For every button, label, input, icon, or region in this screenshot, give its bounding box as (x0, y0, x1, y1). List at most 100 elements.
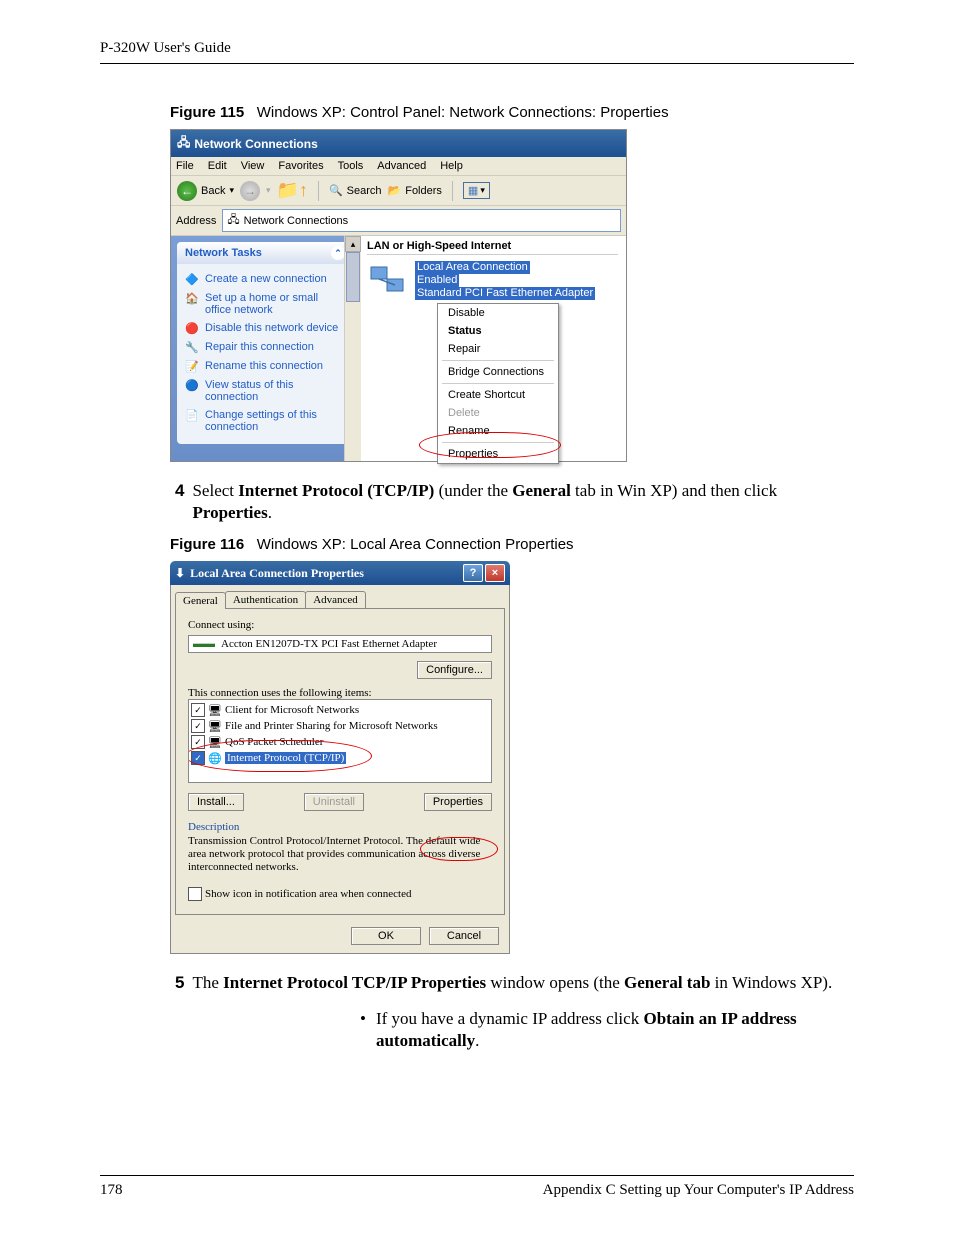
figure-116-caption: Figure 116 Windows XP: Local Area Connec… (170, 536, 854, 553)
list-item[interactable]: ✓🖥File and Printer Sharing for Microsoft… (191, 718, 489, 734)
list-item-tcpip[interactable]: ✓🌐Internet Protocol (TCP/IP) (191, 750, 489, 766)
ctx-rename[interactable]: Rename (438, 422, 558, 440)
bullet-marker: • (360, 1008, 366, 1052)
tasks-list: 🔷Create a new connection 🏠Set up a home … (177, 264, 353, 444)
list-item[interactable]: ✓🖥Client for Microsoft Networks (191, 702, 489, 718)
local-area-connection-item[interactable]: Local Area Connection Enabled Standard P… (367, 261, 618, 303)
network-tasks-header[interactable]: Network Tasks ⌃ (177, 242, 353, 264)
task-rename[interactable]: 📝Rename this connection (185, 357, 345, 376)
menubar[interactable]: File Edit View Favorites Tools Advanced … (171, 157, 626, 176)
ok-button[interactable]: OK (351, 927, 421, 945)
tab-authentication[interactable]: Authentication (225, 591, 306, 608)
bullet-list: • If you have a dynamic IP address click… (360, 1008, 854, 1052)
search-label: Search (347, 185, 382, 197)
task-create-connection[interactable]: 🔷Create a new connection (185, 270, 345, 289)
item-label: Client for Microsoft Networks (225, 704, 359, 716)
t: Properties (192, 503, 267, 522)
close-button[interactable]: × (485, 564, 505, 582)
ctx-disable[interactable]: Disable (438, 304, 558, 322)
ctx-properties[interactable]: Properties (438, 445, 558, 463)
search-icon: 🔍 (329, 184, 343, 197)
scroll-thumb[interactable] (346, 252, 360, 302)
checkbox-icon[interactable]: ✓ (191, 703, 205, 717)
protocol-icon: 🌐 (208, 752, 222, 764)
components-list[interactable]: ✓🖥Client for Microsoft Networks ✓🖥File a… (188, 699, 492, 783)
bullet-item: • If you have a dynamic IP address click… (360, 1008, 854, 1052)
checkbox-icon[interactable] (188, 887, 202, 901)
menu-view[interactable]: View (241, 160, 265, 172)
page-footer: 178 Appendix C Setting up Your Computer'… (100, 1175, 854, 1199)
list-buttons: Install... Uninstall Properties (188, 793, 492, 811)
address-label: Address (176, 215, 216, 227)
views-button[interactable]: ▦ ▾ (463, 182, 490, 199)
nic-icon: ▬▬ (193, 638, 215, 650)
cancel-button[interactable]: Cancel (429, 927, 499, 945)
dialog-titlebar[interactable]: ⬇ Local Area Connection Properties ? × (170, 561, 510, 585)
views-icon: ▦ (468, 184, 478, 197)
ctx-separator (442, 360, 554, 361)
figure-115-caption: Figure 115 Windows XP: Control Panel: Ne… (170, 104, 854, 121)
settings-icon: 📄 (185, 409, 199, 422)
menu-advanced[interactable]: Advanced (377, 160, 426, 172)
menu-tools[interactable]: Tools (338, 160, 364, 172)
ctx-separator (442, 442, 554, 443)
install-button[interactable]: Install... (188, 793, 244, 811)
task-label: Repair this connection (205, 341, 314, 353)
task-setup-network[interactable]: 🏠Set up a home or small office network (185, 289, 345, 319)
t: Select (192, 481, 238, 500)
step-5: 5 The Internet Protocol TCP/IP Propertie… (175, 972, 854, 994)
checkbox-icon[interactable]: ✓ (191, 735, 205, 749)
window-titlebar[interactable]: 🖧 Network Connections (171, 130, 626, 157)
menu-edit[interactable]: Edit (208, 160, 227, 172)
task-repair[interactable]: 🔧Repair this connection (185, 338, 345, 357)
menu-help[interactable]: Help (440, 160, 463, 172)
description-label: Description (188, 821, 492, 833)
ctx-shortcut[interactable]: Create Shortcut (438, 386, 558, 404)
page-number: 178 (100, 1182, 123, 1199)
dialog-body: General Authentication Advanced Connect … (170, 585, 510, 954)
address-input[interactable]: 🖧 Network Connections (222, 209, 621, 232)
dialog-icon: ⬇ (175, 566, 185, 581)
connection-adapter: Standard PCI Fast Ethernet Adapter (415, 287, 595, 300)
folder-icon: 📂 (388, 184, 402, 197)
back-button[interactable]: ← Back ▾ (177, 181, 234, 201)
checkbox-icon[interactable]: ✓ (191, 751, 205, 765)
tab-advanced[interactable]: Advanced (305, 591, 366, 608)
figure-115-label: Figure 115 (170, 104, 244, 121)
t: in Windows XP). (710, 973, 832, 992)
step-text: The Internet Protocol TCP/IP Properties … (192, 972, 832, 994)
task-disable-device[interactable]: 🔴Disable this network device (185, 319, 345, 338)
page-header: P-320W User's Guide (100, 40, 854, 64)
figure-116-caption-text: Windows XP: Local Area Connection Proper… (257, 536, 574, 553)
ctx-bridge[interactable]: Bridge Connections (438, 363, 558, 381)
menu-file[interactable]: File (176, 160, 194, 172)
step-number: 4 (175, 480, 184, 524)
list-item[interactable]: ✓🖥QoS Packet Scheduler (191, 734, 489, 750)
menu-favorites[interactable]: Favorites (278, 160, 323, 172)
search-button[interactable]: 🔍 Search (329, 184, 382, 197)
configure-button[interactable]: Configure... (417, 661, 492, 679)
item-label: QoS Packet Scheduler (225, 736, 323, 748)
tab-strip: General Authentication Advanced (171, 585, 509, 608)
folders-button[interactable]: 📂 Folders (388, 184, 442, 197)
window-body: Network Tasks ⌃ 🔷Create a new connection… (171, 236, 626, 461)
t: window opens (the (486, 973, 624, 992)
show-icon-row[interactable]: Show icon in notification area when conn… (188, 886, 492, 902)
service-icon: 🖥 (208, 736, 222, 748)
up-folder-button[interactable]: 📁↑ (277, 180, 308, 201)
ctx-status[interactable]: Status (438, 322, 558, 340)
task-label: Rename this connection (205, 360, 323, 372)
tab-general[interactable]: General (175, 592, 226, 609)
network-tasks-panel: Network Tasks ⌃ 🔷Create a new connection… (177, 242, 353, 444)
task-change-settings[interactable]: 📄Change settings of this connection (185, 406, 345, 436)
help-button[interactable]: ? (463, 564, 483, 582)
checkbox-icon[interactable]: ✓ (191, 719, 205, 733)
bullet-text: If you have a dynamic IP address click O… (376, 1008, 854, 1052)
properties-button[interactable]: Properties (424, 793, 492, 811)
ctx-repair[interactable]: Repair (438, 340, 558, 358)
uninstall-button: Uninstall (304, 793, 364, 811)
status-icon: 🔵 (185, 379, 199, 392)
task-view-status[interactable]: 🔵View status of this connection (185, 376, 345, 406)
task-label: Create a new connection (205, 273, 327, 285)
collapse-icon: ⌃ (331, 246, 345, 260)
